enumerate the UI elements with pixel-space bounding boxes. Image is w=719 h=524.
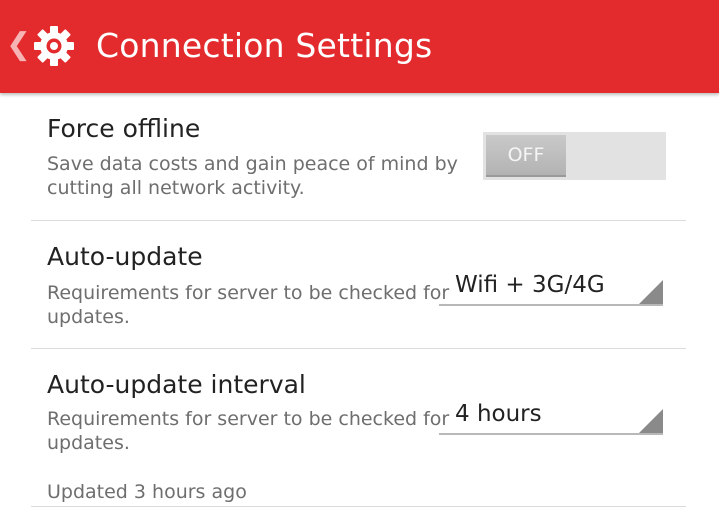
last-updated-text: Updated 3 hours ago: [47, 481, 247, 503]
dropdown-arrow-icon: [639, 280, 663, 304]
setting-description: Requirements for server to be checked fo…: [47, 282, 450, 328]
setting-auto-update-interval: Auto-update interval Requirements for se…: [31, 349, 686, 507]
setting-force-offline: Force offline Save data costs and gain p…: [31, 93, 686, 221]
setting-description: Save data costs and gain peace of mind b…: [47, 153, 458, 199]
force-offline-toggle[interactable]: OFF: [483, 132, 666, 180]
dropdown-arrow-icon: [639, 409, 663, 433]
setting-description: Requirements for server to be checked fo…: [47, 408, 450, 454]
dropdown-value: 4 hours: [455, 401, 542, 427]
action-bar: ❮ Connection Settings: [0, 0, 719, 93]
page-title: Connection Settings: [96, 26, 433, 65]
auto-update-dropdown[interactable]: Wifi + 3G/4G: [439, 268, 663, 306]
dropdown-value: Wifi + 3G/4G: [455, 272, 605, 298]
setting-title: Auto-update interval: [47, 370, 306, 399]
auto-update-interval-dropdown[interactable]: 4 hours: [439, 397, 663, 435]
chevron-left-icon[interactable]: ❮: [6, 28, 31, 62]
setting-title: Auto-update: [47, 242, 203, 271]
setting-auto-update: Auto-update Requirements for server to b…: [31, 221, 686, 349]
toggle-thumb: OFF: [486, 135, 566, 177]
gear-icon[interactable]: [33, 25, 75, 67]
setting-title: Force offline: [47, 114, 201, 143]
settings-list: Force offline Save data costs and gain p…: [0, 93, 719, 524]
